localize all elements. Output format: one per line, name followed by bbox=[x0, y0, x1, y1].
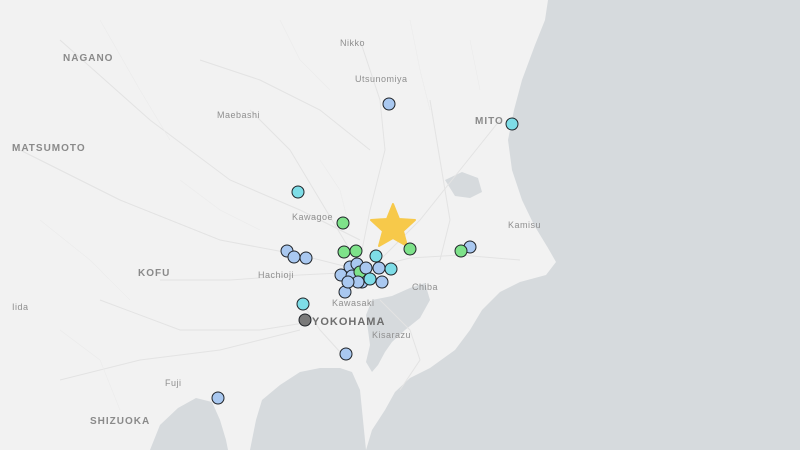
station-marker[interactable] bbox=[337, 245, 351, 259]
station-marker[interactable] bbox=[363, 272, 377, 286]
station-marker[interactable] bbox=[211, 391, 225, 405]
label-mito: MITO bbox=[475, 116, 504, 127]
label-kawasaki: Kawasaki bbox=[332, 298, 375, 308]
station-marker[interactable] bbox=[339, 347, 353, 361]
station-marker[interactable] bbox=[454, 244, 468, 258]
station-marker[interactable] bbox=[299, 251, 313, 265]
label-iida: Iida bbox=[12, 302, 29, 312]
station-marker[interactable] bbox=[372, 261, 386, 275]
label-fuji: Fuji bbox=[165, 378, 182, 388]
station-marker[interactable] bbox=[291, 185, 305, 199]
label-kisarazu: Kisarazu bbox=[372, 330, 412, 340]
label-hachioji: Hachioji bbox=[258, 270, 295, 280]
label-shizuoka: SHIZUOKA bbox=[90, 416, 151, 427]
label-kamisu: Kamisu bbox=[508, 220, 542, 230]
station-marker[interactable] bbox=[384, 262, 398, 276]
station-marker[interactable] bbox=[369, 249, 383, 263]
station-marker[interactable] bbox=[341, 275, 355, 289]
label-matsumoto: MATSUMOTO bbox=[12, 143, 86, 154]
station-marker[interactable] bbox=[375, 275, 389, 289]
label-kawagoe: Kawagoe bbox=[292, 212, 334, 222]
label-utsunomiya: Utsunomiya bbox=[355, 74, 408, 84]
station-marker[interactable] bbox=[505, 117, 519, 131]
station-marker[interactable] bbox=[298, 313, 312, 327]
station-marker[interactable] bbox=[336, 216, 350, 230]
label-nagano: NAGANO bbox=[63, 53, 114, 64]
star-shape bbox=[370, 203, 416, 247]
station-marker[interactable] bbox=[296, 297, 310, 311]
label-yokohama: YOKOHAMA bbox=[312, 316, 386, 328]
label-maebashi: Maebashi bbox=[217, 110, 261, 120]
station-marker[interactable] bbox=[382, 97, 396, 111]
label-nikko: Nikko bbox=[340, 38, 366, 48]
station-marker[interactable] bbox=[403, 242, 417, 256]
station-marker[interactable] bbox=[349, 244, 363, 258]
label-chiba: Chiba bbox=[412, 282, 439, 292]
map-canvas[interactable]: Nikko NAGANO Utsunomiya Maebashi MITO MA… bbox=[0, 0, 800, 450]
label-kofu: KOFU bbox=[138, 268, 171, 279]
